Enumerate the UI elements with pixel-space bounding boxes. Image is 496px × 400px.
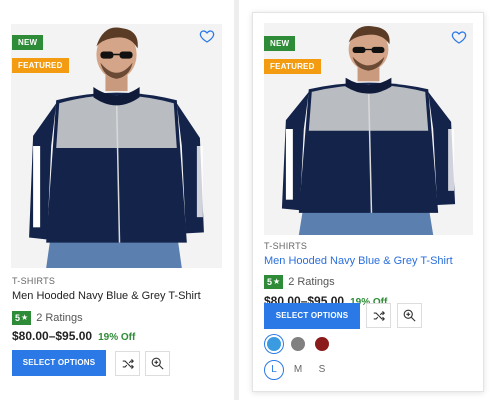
price: $80.00–$95.00 (12, 329, 93, 343)
product-category: T-SHIRTS (264, 241, 308, 251)
rating-value: 5 (267, 277, 273, 287)
select-options-button[interactable]: SELECT OPTIONS (264, 303, 360, 329)
featured-badge: FEATURED (12, 58, 69, 73)
color-swatch-blue[interactable] (267, 337, 281, 351)
size-option-s[interactable]: S (312, 360, 332, 380)
shuffle-icon (122, 358, 134, 369)
color-swatch-grey[interactable] (291, 337, 305, 351)
star-icon: ★ (21, 313, 29, 322)
star-icon: ★ (273, 277, 281, 286)
new-badge: NEW (12, 35, 44, 50)
rating-count: 2 Ratings (288, 276, 335, 288)
discount: 19% Off (98, 332, 136, 343)
rating-badge: 5 ★ (12, 311, 32, 325)
select-options-button[interactable]: SELECT OPTIONS (12, 350, 106, 376)
product-image[interactable] (264, 23, 473, 235)
rating-count: 2 Ratings (36, 312, 83, 324)
product-title[interactable]: Men Hooded Navy Blue & Grey T-Shirt (264, 255, 453, 267)
quick-view-button[interactable] (145, 351, 170, 376)
product-card: NEW FEATURED T-SHIRTS Men Hooded Navy Bl… (0, 0, 234, 400)
heart-icon[interactable] (451, 29, 467, 45)
price-row: $80.00–$95.00 19% Off (12, 329, 135, 343)
size-option-l[interactable]: L (264, 360, 284, 380)
featured-badge: FEATURED (264, 59, 321, 74)
shuffle-icon (373, 310, 385, 321)
compare-button[interactable] (115, 351, 140, 376)
rating: 5 ★ 2 Ratings (264, 275, 335, 289)
quick-view-button[interactable] (397, 303, 422, 328)
product-title[interactable]: Men Hooded Navy Blue & Grey T-Shirt (12, 290, 201, 302)
heart-icon[interactable] (199, 28, 215, 44)
rating: 5 ★ 2 Ratings (12, 311, 83, 325)
product-card-hover: NEW FEATURED T-SHIRTS Men Hooded Navy Bl… (252, 12, 484, 392)
compare-button[interactable] (366, 303, 391, 328)
rating-badge: 5 ★ (264, 275, 284, 289)
color-swatch-maroon[interactable] (315, 337, 329, 351)
zoom-in-icon (403, 309, 416, 322)
rating-value: 5 (15, 313, 21, 323)
new-badge: NEW (264, 36, 296, 51)
size-option-m[interactable]: M (288, 360, 308, 380)
zoom-in-icon (151, 357, 164, 370)
product-category: T-SHIRTS (12, 276, 56, 286)
